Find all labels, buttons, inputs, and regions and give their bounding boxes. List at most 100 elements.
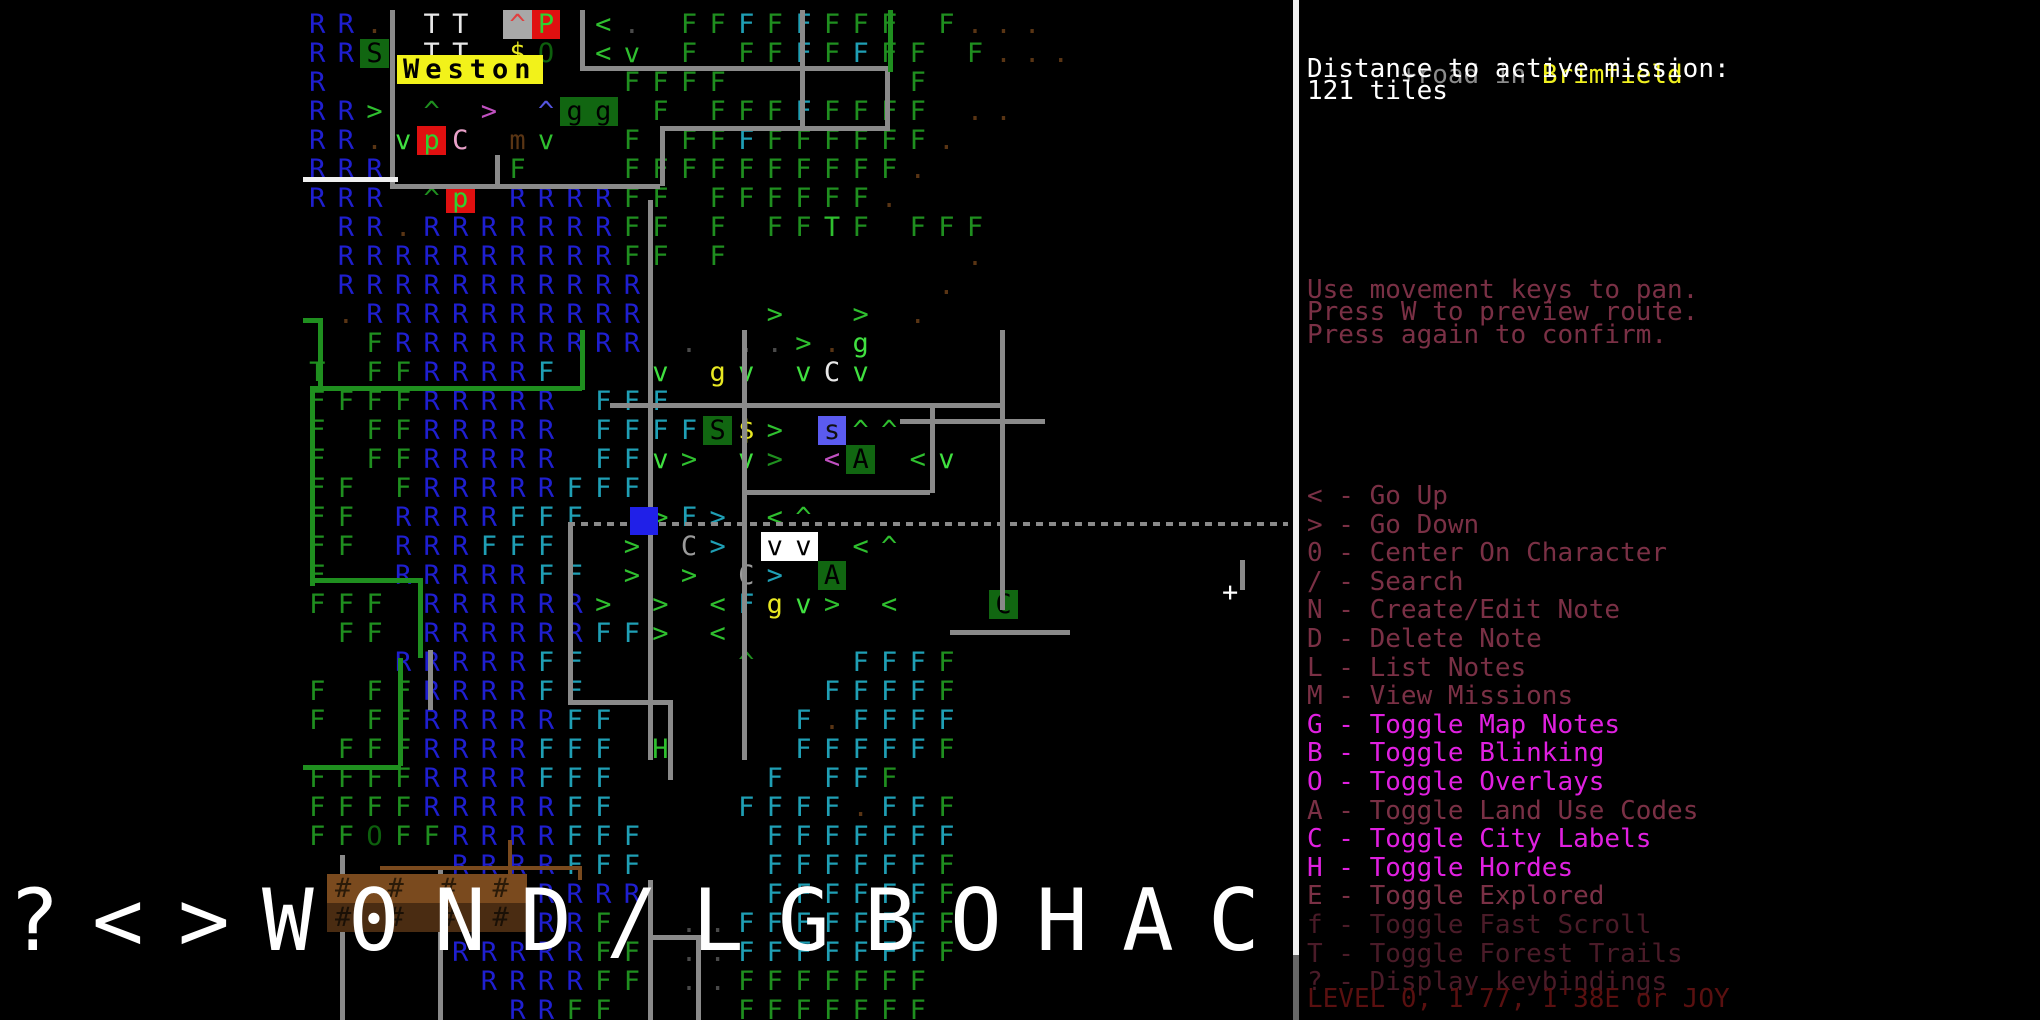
map-tile[interactable] — [818, 242, 847, 271]
map-tile[interactable]: F — [560, 474, 589, 503]
map-tile[interactable]: F — [818, 97, 847, 126]
map-tile[interactable] — [389, 938, 418, 967]
map-tile[interactable]: F — [846, 735, 875, 764]
map-tile[interactable]: . — [703, 938, 732, 967]
map-tile[interactable]: F — [932, 213, 961, 242]
map-tile[interactable] — [303, 213, 332, 242]
map-tile[interactable]: < — [903, 445, 932, 474]
map-tile[interactable]: F — [818, 764, 847, 793]
map-tile[interactable] — [360, 996, 389, 1020]
map-tile[interactable] — [761, 648, 790, 677]
map-tile[interactable] — [789, 445, 818, 474]
map-tile[interactable]: F — [903, 851, 932, 880]
map-tile[interactable]: F — [532, 735, 561, 764]
map-tile[interactable] — [589, 126, 618, 155]
map-tile[interactable]: F — [646, 68, 675, 97]
map-tile[interactable] — [818, 68, 847, 97]
map-tile[interactable]: F — [303, 590, 332, 619]
map-tile[interactable]: F — [618, 126, 647, 155]
map-tile[interactable]: . — [932, 271, 961, 300]
map-tile[interactable] — [332, 416, 361, 445]
map-tile[interactable] — [618, 793, 647, 822]
map-tile[interactable]: F — [332, 590, 361, 619]
map-tile[interactable]: R — [560, 590, 589, 619]
map-tile[interactable] — [703, 764, 732, 793]
map-tile[interactable]: F — [761, 97, 790, 126]
map-tile[interactable]: R — [503, 213, 532, 242]
map-tile[interactable]: F — [932, 851, 961, 880]
map-tile[interactable] — [618, 996, 647, 1020]
map-tile[interactable]: R — [417, 358, 446, 387]
map-tile[interactable]: F — [360, 416, 389, 445]
map-tile[interactable] — [703, 387, 732, 416]
map-tile[interactable]: F — [589, 822, 618, 851]
map-tile[interactable]: R — [389, 300, 418, 329]
map-tile[interactable]: R — [560, 909, 589, 938]
map-tile[interactable]: g — [703, 358, 732, 387]
map-tile[interactable]: R — [560, 271, 589, 300]
map-tile[interactable]: F — [818, 793, 847, 822]
map-tile[interactable]: R — [446, 561, 475, 590]
map-tile[interactable]: F — [589, 619, 618, 648]
map-tile[interactable]: > — [589, 590, 618, 619]
map-tile[interactable] — [675, 706, 704, 735]
map-tile[interactable]: m — [503, 126, 532, 155]
map-tile[interactable]: F — [789, 213, 818, 242]
map-tile[interactable]: F — [703, 184, 732, 213]
map-tile[interactable]: F — [532, 503, 561, 532]
map-tile[interactable]: R — [446, 445, 475, 474]
map-tile[interactable]: F — [589, 706, 618, 735]
keybinding-item-view-missions[interactable]: M - View Missions — [1307, 682, 1573, 711]
map-tile[interactable]: F — [789, 735, 818, 764]
map-tile[interactable] — [332, 677, 361, 706]
map-tile[interactable] — [303, 938, 332, 967]
map-tile[interactable] — [303, 648, 332, 677]
map-tile[interactable] — [303, 271, 332, 300]
map-tile[interactable]: < — [875, 590, 904, 619]
map-tile[interactable]: F — [818, 10, 847, 39]
map-tile[interactable] — [761, 706, 790, 735]
map-tile[interactable]: F — [846, 851, 875, 880]
map-tile[interactable]: F — [589, 793, 618, 822]
map-tile[interactable]: F — [903, 793, 932, 822]
map-tile[interactable]: R — [618, 300, 647, 329]
map-tile[interactable] — [903, 271, 932, 300]
map-tile[interactable]: F — [589, 474, 618, 503]
map-tile[interactable]: F — [503, 503, 532, 532]
map-tile[interactable]: R — [332, 213, 361, 242]
map-tile[interactable]: R — [417, 474, 446, 503]
map-tile[interactable]: R — [389, 242, 418, 271]
map-tile[interactable] — [675, 300, 704, 329]
map-tile[interactable]: R — [503, 677, 532, 706]
map-tile[interactable] — [675, 387, 704, 416]
map-tile[interactable] — [846, 503, 875, 532]
map-tile[interactable]: F — [846, 996, 875, 1020]
map-tile[interactable] — [846, 474, 875, 503]
map-tile[interactable]: F — [618, 619, 647, 648]
map-tile[interactable] — [589, 358, 618, 387]
map-tile[interactable]: F — [703, 97, 732, 126]
map-tile[interactable]: R — [417, 793, 446, 822]
map-tile[interactable]: F — [789, 880, 818, 909]
map-tile[interactable]: F — [846, 213, 875, 242]
map-tile[interactable]: R — [475, 300, 504, 329]
map-tile[interactable]: F — [875, 996, 904, 1020]
keybinding-item-toggle-map-notes[interactable]: G - Toggle Map Notes — [1307, 710, 1620, 740]
map-tile[interactable]: F — [903, 677, 932, 706]
map-tile[interactable]: > — [675, 561, 704, 590]
map-tile[interactable]: . — [903, 300, 932, 329]
map-tile[interactable]: F — [332, 822, 361, 851]
map-tile[interactable]: R — [475, 706, 504, 735]
map-tile[interactable]: v — [846, 358, 875, 387]
map-tile[interactable]: R — [360, 271, 389, 300]
map-tile[interactable] — [589, 648, 618, 677]
map-tile[interactable]: F — [675, 68, 704, 97]
map-tile[interactable]: R — [446, 735, 475, 764]
map-tile[interactable]: F — [332, 474, 361, 503]
map-tile[interactable]: F — [732, 184, 761, 213]
map-tile[interactable]: R — [503, 271, 532, 300]
map-tile[interactable] — [732, 851, 761, 880]
map-tile[interactable]: F — [303, 532, 332, 561]
map-tile[interactable] — [732, 300, 761, 329]
map-tile[interactable]: F — [618, 822, 647, 851]
